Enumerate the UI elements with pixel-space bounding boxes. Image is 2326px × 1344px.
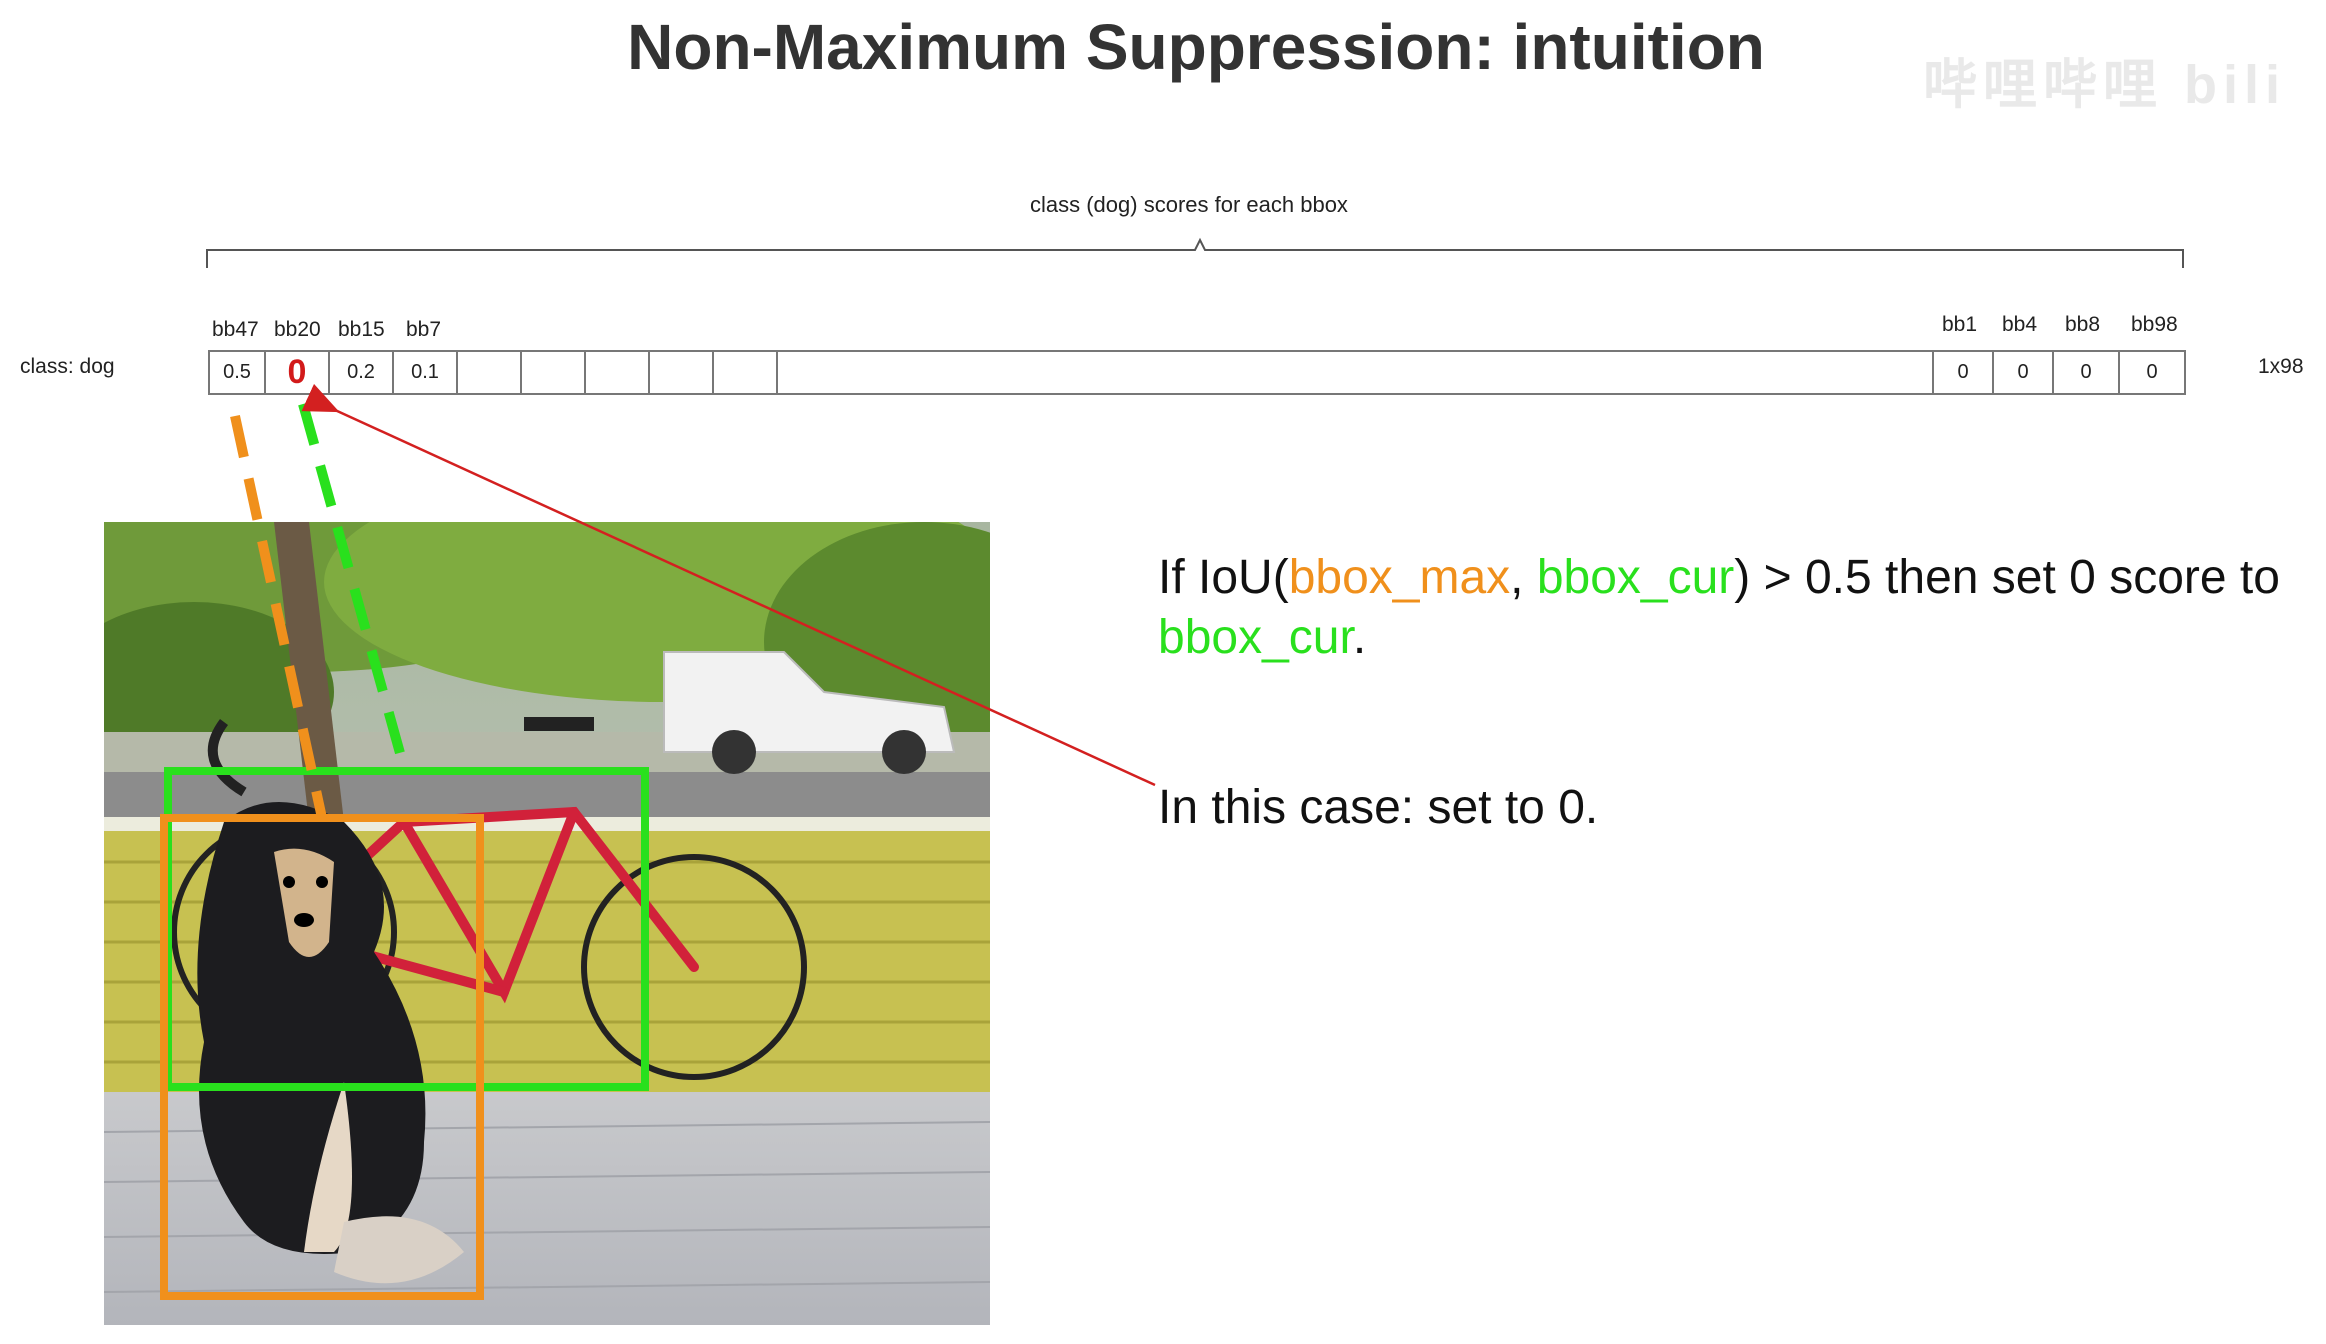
rule-period: . [1352,611,1367,664]
rule-prefix: If IoU( [1158,551,1289,604]
nms-rule-text: If IoU(bbox_max, bbox_cur) > 0.5 then se… [1158,548,2298,668]
arrow-to-suppressed [301,383,1156,787]
bbox-max-term: bbox_max [1288,551,1511,604]
bbox-cur-term-end: bbox_cur [1158,611,1353,664]
bbox-max-leader [230,414,327,820]
bbox-cur-leader [298,402,410,773]
rule-comma: , [1510,551,1537,604]
bbox-max-rect [160,814,484,1300]
rule-suffix: ) > 0.5 then set 0 score to [1734,551,2280,604]
annotation-overlay [160,383,1156,1300]
case-text: In this case: set to 0. [1158,781,1599,834]
bbox-cur-term: bbox_cur [1536,551,1735,604]
